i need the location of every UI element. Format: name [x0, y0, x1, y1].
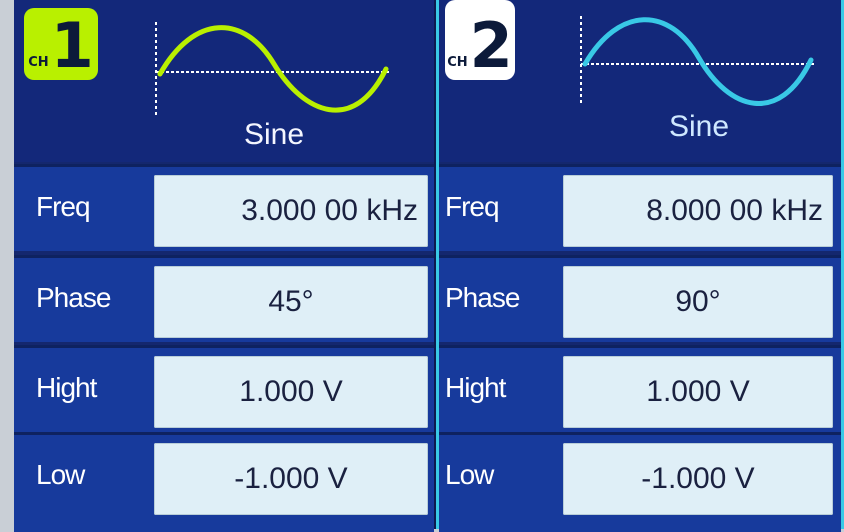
channel-1-header: CH 1 Sine	[14, 0, 434, 162]
low-label: Low	[36, 459, 85, 490]
channel-1-badge[interactable]: CH 1	[24, 8, 98, 80]
channel-1-waveform-name: Sine	[243, 118, 305, 151]
channel-1-phase-value[interactable]: 45°	[154, 266, 428, 338]
channel-2-freq-value[interactable]: 8.000 00 kHz	[563, 175, 833, 247]
channel-2-high-row[interactable]: Hight 1.000 V	[439, 345, 841, 432]
channel-1-panel[interactable]: CH 1 Sine Freq 3.000 00 kHz Phase 45° Hi…	[14, 0, 436, 532]
channel-2-phase-value[interactable]: 90°	[563, 266, 833, 338]
channel-1-low-value[interactable]: -1.000 V	[154, 443, 428, 515]
channel-2-freq-row[interactable]: Freq 8.000 00 kHz	[439, 164, 841, 251]
sine-wave-icon	[580, 16, 815, 106]
channel-2-badge[interactable]: CH 2	[445, 0, 515, 80]
channel-2-header: CH 2 Sine	[439, 0, 841, 162]
channel-2-waveform-name: Sine	[668, 110, 730, 143]
channel-1-freq-row[interactable]: Freq 3.000 00 kHz	[14, 164, 434, 251]
channel-2-high-value[interactable]: 1.000 V	[563, 356, 833, 428]
channel-1-badge-number: 1	[50, 9, 94, 82]
channel-1-badge-prefix: CH	[28, 55, 49, 70]
high-label: Hight	[445, 372, 506, 403]
freq-label: Freq	[445, 191, 500, 222]
channel-2-low-value[interactable]: -1.000 V	[563, 443, 833, 515]
channel-2-badge-prefix: CH	[447, 55, 468, 70]
freq-label: Freq	[36, 191, 91, 222]
low-label: Low	[445, 459, 494, 490]
channel-2-badge-number: 2	[469, 9, 513, 82]
channel-1-high-value[interactable]: 1.000 V	[154, 356, 428, 428]
phase-label: Phase	[445, 282, 520, 313]
phase-label: Phase	[36, 282, 111, 313]
channel-1-low-row[interactable]: Low -1.000 V	[14, 432, 434, 532]
channel-2-panel[interactable]: CH 2 Sine Freq 8.000 00 kHz Phase 90° Hi…	[436, 0, 844, 532]
channel-2-phase-row[interactable]: Phase 90°	[439, 255, 841, 342]
channel-1-freq-value[interactable]: 3.000 00 kHz	[154, 175, 428, 247]
high-label: Hight	[36, 372, 97, 403]
channel-1-high-row[interactable]: Hight 1.000 V	[14, 345, 434, 432]
sine-wave-icon	[155, 22, 390, 118]
channel-1-phase-row[interactable]: Phase 45°	[14, 255, 434, 342]
channel-2-low-row[interactable]: Low -1.000 V	[439, 432, 841, 532]
